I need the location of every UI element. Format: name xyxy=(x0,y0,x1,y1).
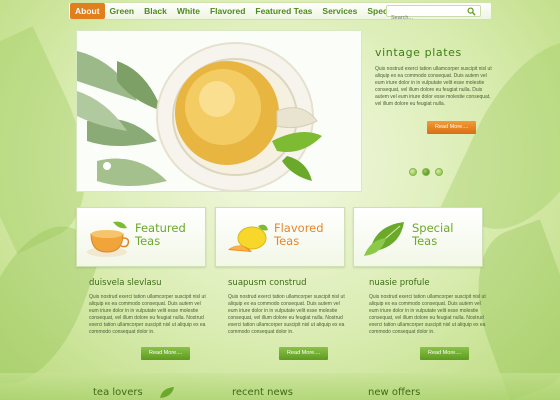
tea-cup-image xyxy=(77,31,361,191)
slider-read-more-button[interactable]: Read More.... xyxy=(427,121,477,134)
search-box xyxy=(386,5,481,23)
slider-title: vintage plates xyxy=(375,46,462,59)
slider-dot[interactable] xyxy=(409,168,417,176)
featured-teas-label: Featured Teas xyxy=(135,221,186,248)
column-title: duisvela slevlasu xyxy=(89,278,162,288)
footer-heading-new-offers: new offers xyxy=(368,387,421,398)
slider-pagination xyxy=(409,168,443,176)
footer-heading-recent-news: recent news xyxy=(232,387,294,398)
slider-image xyxy=(76,30,362,192)
column-title: suapusm construd xyxy=(228,278,307,288)
column-read-more-button[interactable]: Read More.... xyxy=(141,347,191,360)
flavored-teas-label: Flavored Teas xyxy=(274,221,324,248)
column-title: nuasie profule xyxy=(369,278,430,288)
content-column: nuasie profule Quis nostrud exerci tatio… xyxy=(369,278,489,336)
nav-item-about[interactable]: About xyxy=(70,3,105,19)
content-column: duisvela slevlasu Quis nostrud exerci ta… xyxy=(89,278,209,336)
special-teas-label: Special Teas xyxy=(412,221,454,248)
footer-heading-tea-lovers: tea lovers xyxy=(93,387,143,398)
page-container: About Green Black White Flavored Feature… xyxy=(65,0,495,400)
slider-text: Quis nostrud exerci tation ullamcorper s… xyxy=(375,66,492,107)
content-column: suapusm construd Quis nostrud exerci tat… xyxy=(228,278,348,336)
nav-item-black[interactable]: Black xyxy=(139,3,172,19)
nav-item-services[interactable]: Services xyxy=(317,3,362,19)
flavored-teas-box[interactable]: Flavored Teas xyxy=(215,207,345,267)
lemon-icon xyxy=(228,224,268,252)
search-input[interactable] xyxy=(387,13,457,23)
column-read-more-button[interactable]: Read More.... xyxy=(279,347,329,360)
search-icon[interactable] xyxy=(467,7,476,16)
main-nav: About Green Black White Flavored Feature… xyxy=(68,2,492,23)
nav-item-white[interactable]: White xyxy=(172,3,205,19)
column-text: Quis nostrud exerci tation ullamcorper s… xyxy=(369,294,486,335)
column-read-more-button[interactable]: Read More.... xyxy=(420,347,470,360)
slider-caption: vintage plates Quis nostrud exerci tatio… xyxy=(375,46,497,108)
slider-dot[interactable] xyxy=(435,168,443,176)
leaf-icon xyxy=(364,222,404,256)
slider-dot-active[interactable] xyxy=(422,168,430,176)
column-text: Quis nostrud exerci tation ullamcorper s… xyxy=(228,294,345,335)
tea-cup-icon xyxy=(87,221,130,257)
featured-teas-box[interactable]: Featured Teas xyxy=(76,207,206,267)
nav-item-green[interactable]: Green xyxy=(105,3,140,19)
column-text: Quis nostrud exerci tation ullamcorper s… xyxy=(89,294,206,335)
nav-item-featured-teas[interactable]: Featured Teas xyxy=(250,3,317,19)
nav-item-flavored[interactable]: Flavored xyxy=(205,3,250,19)
leaf-icon xyxy=(160,387,174,398)
special-teas-box[interactable]: Special Teas xyxy=(353,207,483,267)
